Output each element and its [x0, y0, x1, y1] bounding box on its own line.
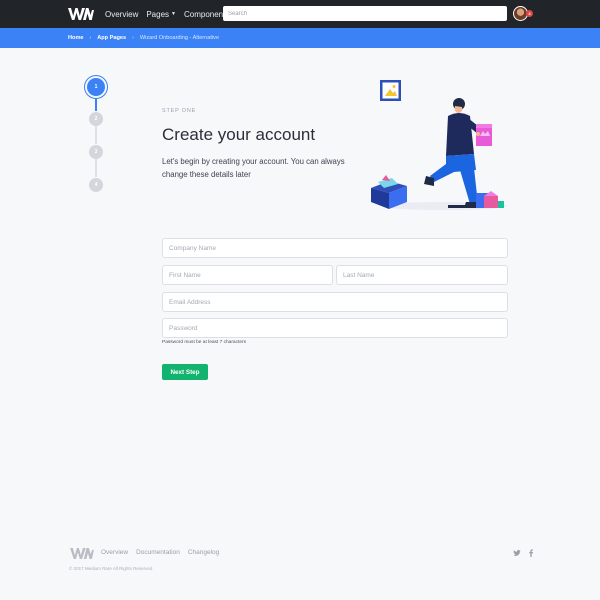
wizard-steps: 1 2 3 4: [86, 76, 106, 196]
copyright-text: © 2017 Medium Rare All Rights Reserved: [69, 566, 153, 571]
step-4[interactable]: 4: [89, 178, 103, 192]
chevron-right-icon: ›: [89, 35, 92, 41]
step-1[interactable]: 1: [87, 78, 105, 96]
search-input[interactable]: [223, 6, 507, 21]
breadcrumb-current: Wizard Onboarding - Alternative: [139, 35, 220, 41]
step-3[interactable]: 3: [89, 145, 103, 159]
password-hint: Password must be at least 7 characters: [162, 340, 246, 345]
step-connector: [95, 124, 97, 144]
lead-text: Let's begin by creating your account. Yo…: [162, 157, 345, 179]
nav-overview-label: Overview: [105, 9, 139, 19]
twitter-icon[interactable]: [513, 549, 521, 557]
top-navbar: Overview Pages▼ Components▼ 4: [0, 0, 600, 28]
footer-link-overview[interactable]: Overview: [101, 549, 128, 556]
caret-down-icon: ▼: [171, 11, 176, 17]
onboarding-illustration: [371, 80, 506, 210]
first-name-input[interactable]: [162, 265, 333, 285]
footer-logo[interactable]: [69, 548, 95, 559]
breadcrumb: Home › App Pages › Wizard Onboarding - A…: [0, 28, 600, 48]
footer-link-changelog[interactable]: Changelog: [188, 549, 219, 556]
nav-overview[interactable]: Overview: [105, 10, 138, 19]
breadcrumb-home[interactable]: Home: [68, 35, 84, 41]
page-title: Create your account: [162, 125, 316, 144]
notification-badge[interactable]: 4: [526, 10, 533, 17]
step-label: STEP ONE: [162, 108, 197, 114]
facebook-icon[interactable]: [528, 549, 534, 557]
next-step-button[interactable]: Next Step: [162, 364, 208, 380]
email-input[interactable]: [162, 292, 508, 312]
company-name-input[interactable]: [162, 238, 508, 258]
nav-pages-dropdown[interactable]: Pages ▼: [146, 10, 176, 19]
last-name-input[interactable]: [336, 265, 508, 285]
step-2[interactable]: 2: [89, 112, 103, 126]
nav-pages-label: Pages: [146, 9, 170, 19]
breadcrumb-app-pages[interactable]: App Pages: [97, 35, 126, 41]
brand-logo[interactable]: [68, 8, 94, 20]
step-connector: [95, 157, 97, 177]
footer-nav: Overview Documentation Changelog: [101, 549, 219, 556]
footer-link-documentation[interactable]: Documentation: [136, 549, 180, 556]
password-input[interactable]: [162, 318, 508, 338]
chevron-right-icon: ›: [132, 35, 134, 41]
